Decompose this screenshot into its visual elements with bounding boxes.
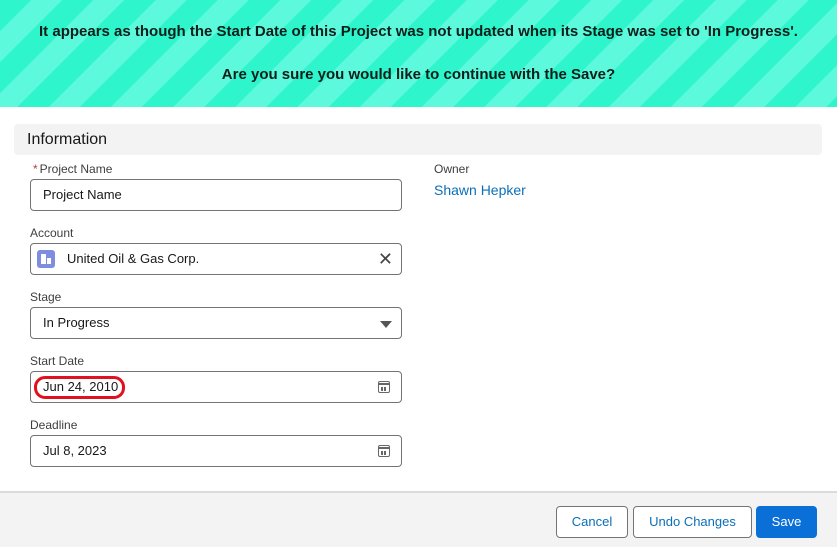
owner-link[interactable]: Shawn Hepker bbox=[434, 182, 526, 198]
owner-label: Owner bbox=[434, 162, 470, 176]
warning-banner: It appears as though the Start Date of t… bbox=[0, 0, 837, 107]
account-value: United Oil & Gas Corp. bbox=[67, 251, 200, 266]
confirm-question: Are you sure you would like to continue … bbox=[221, 66, 616, 83]
deadline-value: Jul 8, 2023 bbox=[43, 443, 107, 458]
calendar-icon[interactable] bbox=[378, 445, 390, 457]
project-name-input[interactable]: Project Name bbox=[30, 179, 402, 211]
deadline-label: Deadline bbox=[30, 418, 78, 432]
deadline-input[interactable]: Jul 8, 2023 bbox=[30, 435, 402, 467]
required-marker: * bbox=[33, 162, 38, 176]
project-name-label: * Project Name bbox=[33, 162, 112, 176]
modal-footer: Cancel Undo Changes Save bbox=[0, 491, 837, 547]
chevron-down-icon bbox=[380, 321, 392, 328]
calendar-icon[interactable] bbox=[378, 381, 390, 393]
undo-changes-button[interactable]: Undo Changes bbox=[633, 506, 752, 538]
stage-label: Stage bbox=[30, 290, 62, 304]
section-header-information[interactable]: Information bbox=[14, 124, 822, 155]
start-date-value: Jun 24, 2010 bbox=[43, 379, 119, 394]
account-lookup-field[interactable]: United Oil & Gas Corp. ✕ bbox=[30, 243, 402, 275]
save-button[interactable]: Save bbox=[756, 506, 817, 538]
account-label: Account bbox=[30, 226, 74, 240]
project-name-value: Project Name bbox=[43, 187, 122, 202]
stage-value: In Progress bbox=[43, 315, 110, 330]
start-date-input[interactable]: Jun 24, 2010 bbox=[30, 371, 402, 403]
close-icon[interactable]: ✕ bbox=[378, 244, 393, 274]
warning-message: It appears as though the Start Date of t… bbox=[39, 23, 798, 40]
project-name-label-text: Project Name bbox=[39, 162, 113, 176]
cancel-button[interactable]: Cancel bbox=[556, 506, 628, 538]
stage-select[interactable]: In Progress bbox=[30, 307, 402, 339]
start-date-label: Start Date bbox=[30, 354, 85, 368]
account-building-icon bbox=[37, 250, 55, 268]
